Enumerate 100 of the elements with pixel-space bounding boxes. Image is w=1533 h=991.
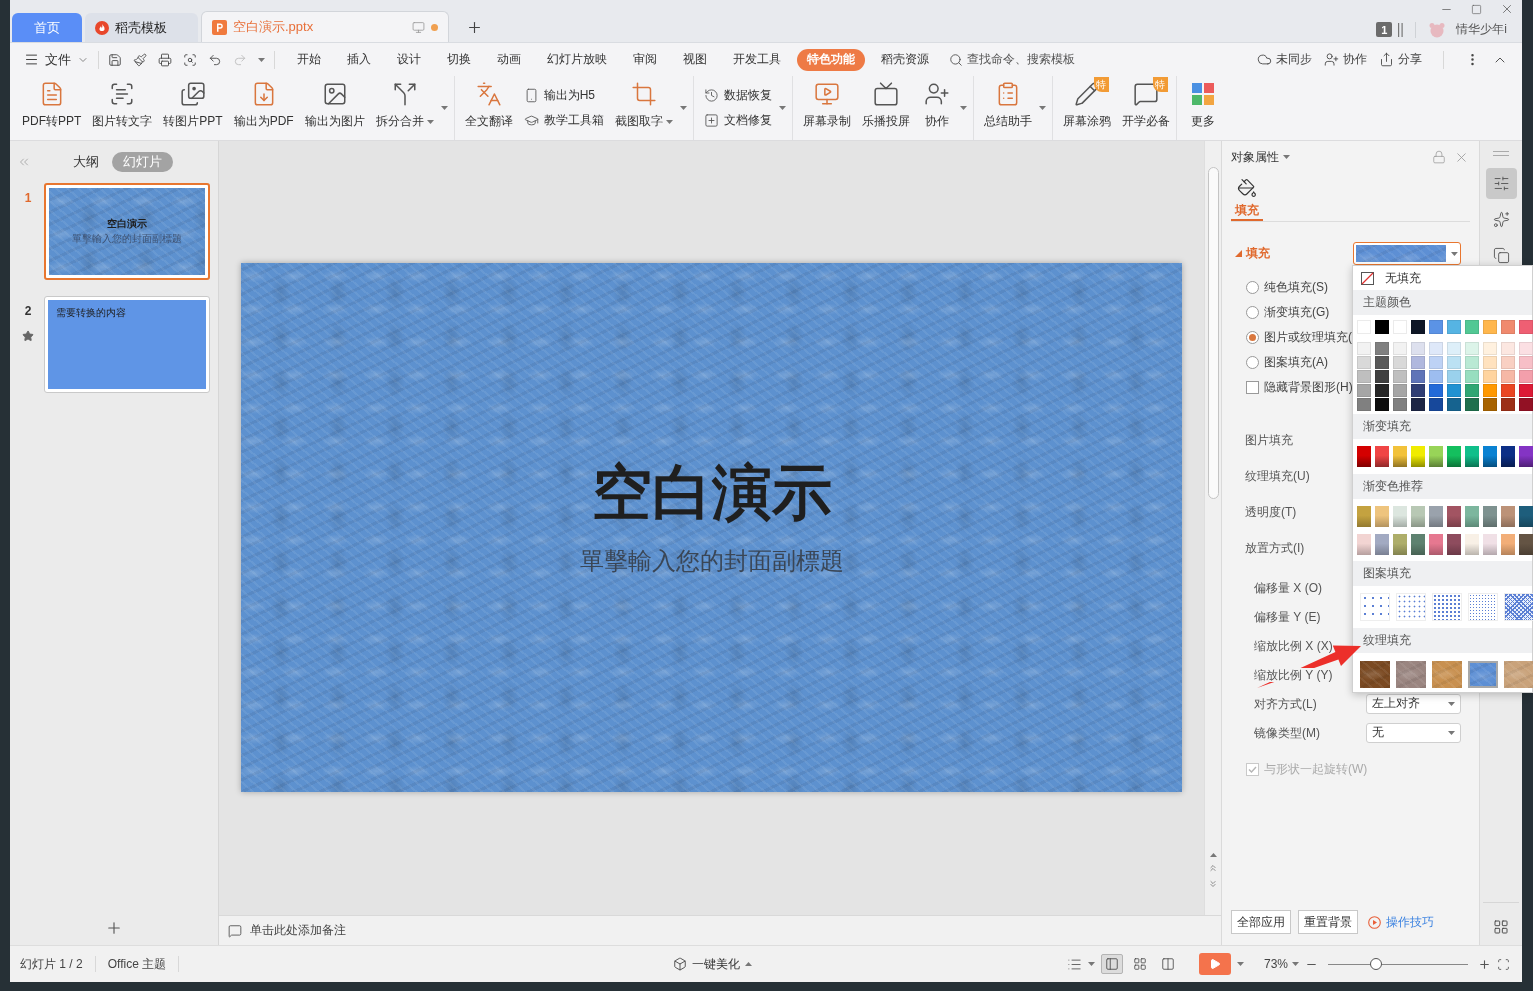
- color-swatch[interactable]: [1483, 356, 1497, 369]
- color-swatch[interactable]: [1357, 384, 1371, 397]
- gradient-swatch[interactable]: [1411, 446, 1425, 467]
- color-swatch[interactable]: [1465, 384, 1479, 397]
- toolbar-action[interactable]: 协作: [1324, 51, 1367, 68]
- pattern-swatch[interactable]: [1360, 593, 1390, 621]
- zoom-slider-thumb[interactable]: [1369, 958, 1382, 970]
- gradient-swatch[interactable]: [1393, 506, 1407, 527]
- color-swatch[interactable]: [1447, 370, 1461, 383]
- color-swatch[interactable]: [1447, 342, 1461, 355]
- color-swatch[interactable]: [1411, 342, 1425, 355]
- side-tool-button[interactable]: [1485, 168, 1517, 199]
- scroll-up-icon[interactable]: [1209, 853, 1217, 857]
- gradient-swatch[interactable]: [1429, 506, 1443, 527]
- ribbon-button[interactable]: 数据恢复: [703, 87, 772, 104]
- ribbon-button[interactable]: 屏幕录制: [802, 76, 851, 140]
- color-swatch[interactable]: [1375, 356, 1389, 369]
- color-swatch[interactable]: [1519, 320, 1533, 334]
- panel-title-menu[interactable]: 对象属性: [1231, 148, 1290, 166]
- notes-list-icon[interactable]: [1066, 956, 1082, 972]
- pattern-swatch[interactable]: [1468, 593, 1498, 621]
- color-swatch[interactable]: [1483, 342, 1497, 355]
- color-swatch[interactable]: [1465, 342, 1479, 355]
- color-swatch[interactable]: [1501, 398, 1515, 411]
- menu-tab[interactable]: 设计: [387, 48, 431, 71]
- expand-caret-icon[interactable]: [679, 106, 687, 110]
- gradient-swatch[interactable]: [1393, 534, 1407, 555]
- collapse-panel-icon[interactable]: [17, 155, 31, 169]
- color-swatch[interactable]: [1393, 356, 1407, 369]
- expand-caret-icon[interactable]: [1038, 106, 1046, 110]
- menu-tab[interactable]: 切换: [437, 48, 481, 71]
- color-swatch[interactable]: [1501, 320, 1515, 334]
- color-swatch[interactable]: [1447, 384, 1461, 397]
- slide-thumbnail[interactable]: 需要转换的内容: [44, 296, 210, 393]
- panel-view-tab[interactable]: 大纲: [62, 152, 110, 172]
- previous-slide-icon[interactable]: [1208, 863, 1218, 873]
- gradient-swatch[interactable]: [1519, 534, 1533, 555]
- ribbon-button[interactable]: 总结助手: [983, 76, 1032, 140]
- texture-swatch[interactable]: [1360, 661, 1390, 688]
- zoom-menu[interactable]: 73%: [1263, 957, 1299, 971]
- ribbon-button[interactable]: 全文翻译: [464, 76, 513, 140]
- menu-tab[interactable]: 视图: [673, 48, 717, 71]
- vertical-scrollbar[interactable]: [1204, 141, 1221, 915]
- gradient-swatch[interactable]: [1465, 534, 1479, 555]
- color-swatch[interactable]: [1429, 398, 1443, 411]
- ribbon-button[interactable]: 乐播投屏: [861, 76, 910, 140]
- color-swatch[interactable]: [1429, 370, 1443, 383]
- dropdown-select[interactable]: 左上对齐: [1366, 693, 1461, 714]
- fill-option[interactable]: 图案填充(A): [1246, 350, 1328, 375]
- gradient-swatch[interactable]: [1483, 534, 1497, 555]
- color-swatch[interactable]: [1519, 398, 1533, 411]
- fit-window-icon[interactable]: [1497, 957, 1510, 971]
- gradient-swatch[interactable]: [1483, 506, 1497, 527]
- beautify-button[interactable]: 一键美化: [673, 955, 753, 973]
- color-swatch[interactable]: [1483, 384, 1497, 397]
- panel-button[interactable]: 重置背景: [1298, 910, 1358, 934]
- color-swatch[interactable]: [1375, 384, 1389, 397]
- color-swatch[interactable]: [1447, 398, 1461, 411]
- gradient-swatch[interactable]: [1501, 506, 1515, 527]
- next-slide-icon[interactable]: [1208, 879, 1218, 889]
- ribbon-button[interactable]: 特 开学必备: [1121, 76, 1170, 140]
- fill-option[interactable]: 隐藏背景图形(H): [1246, 375, 1353, 400]
- toolbar-action[interactable]: 分享: [1379, 51, 1422, 68]
- color-swatch[interactable]: [1429, 356, 1443, 369]
- print-preview-icon[interactable]: [183, 52, 197, 67]
- color-swatch[interactable]: [1411, 370, 1425, 383]
- paintbrush-icon[interactable]: [133, 52, 147, 67]
- color-swatch[interactable]: [1429, 384, 1443, 397]
- slideshow-button[interactable]: [1198, 953, 1231, 975]
- save-icon[interactable]: [108, 52, 122, 67]
- color-swatch[interactable]: [1393, 370, 1407, 383]
- maximize-icon[interactable]: [1471, 3, 1482, 15]
- pattern-swatch[interactable]: [1396, 593, 1426, 621]
- menu-tab[interactable]: 插入: [337, 48, 381, 71]
- radio-button[interactable]: [1246, 306, 1259, 319]
- menu-tab[interactable]: 动画: [487, 48, 531, 71]
- color-swatch[interactable]: [1519, 356, 1533, 369]
- gradient-swatch[interactable]: [1465, 506, 1479, 527]
- ribbon-button[interactable]: 输出为PDF: [233, 76, 294, 140]
- menu-tab[interactable]: 开始: [287, 48, 331, 71]
- ribbon-button[interactable]: PDF转PPT: [22, 76, 82, 140]
- texture-swatch[interactable]: [1504, 661, 1533, 688]
- pattern-swatch[interactable]: [1504, 593, 1533, 621]
- color-swatch[interactable]: [1501, 342, 1515, 355]
- no-fill-option[interactable]: 无填充: [1353, 266, 1532, 290]
- radio-button[interactable]: [1246, 356, 1259, 369]
- radio-button[interactable]: [1246, 331, 1259, 344]
- color-swatch[interactable]: [1411, 320, 1425, 334]
- fill-option[interactable]: 渐变填充(G): [1246, 300, 1330, 325]
- texture-swatch[interactable]: [1468, 661, 1498, 688]
- color-swatch[interactable]: [1501, 370, 1515, 383]
- color-swatch[interactable]: [1411, 356, 1425, 369]
- slide-title[interactable]: 空白演示: [591, 457, 832, 529]
- color-swatch[interactable]: [1501, 384, 1515, 397]
- gradient-swatch[interactable]: [1519, 446, 1533, 467]
- lock-icon[interactable]: [1432, 150, 1446, 164]
- color-swatch[interactable]: [1375, 342, 1389, 355]
- panel-button[interactable]: 全部应用: [1231, 910, 1291, 934]
- color-swatch[interactable]: [1465, 398, 1479, 411]
- menu-tab[interactable]: 稻壳资源: [871, 48, 939, 71]
